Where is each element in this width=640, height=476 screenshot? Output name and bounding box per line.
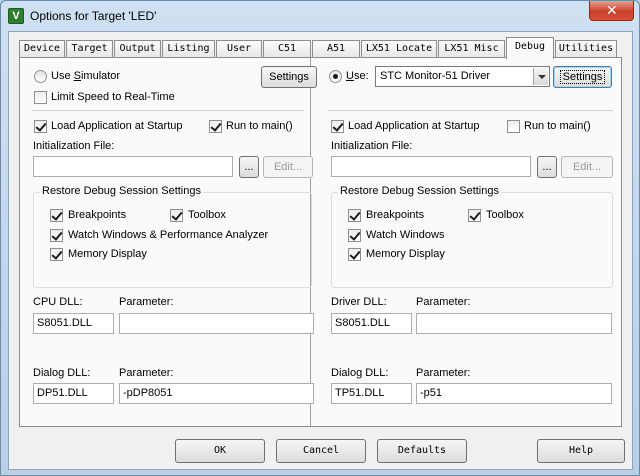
right-load-app-checkbox[interactable] [331, 120, 344, 133]
driver-dll-input[interactable]: S8051.DLL [331, 313, 412, 334]
tab-c51[interactable]: C51 [263, 40, 311, 58]
left-breakpoints-checkbox[interactable] [50, 209, 63, 222]
driver-settings-button[interactable]: Settings [553, 66, 612, 88]
left-dialog-param-label: Parameter: [119, 367, 174, 379]
dialog-client: Device Target Output Listing User C51 A5… [8, 31, 633, 470]
cpu-dll-label: CPU DLL: [33, 296, 83, 308]
left-browse-button[interactable]: ... [239, 156, 259, 178]
left-toolbox-label: Toolbox [188, 209, 226, 221]
right-dialog-dll-input[interactable]: TP51.DLL [331, 383, 412, 404]
tab-a51[interactable]: A51 [312, 40, 360, 58]
options-dialog: V Options for Target 'LED' ✕ Device Targ… [0, 0, 640, 476]
right-init-file-label: Initialization File: [331, 140, 413, 152]
right-divider [328, 110, 613, 111]
left-dialog-param-input[interactable]: -pDP8051 [119, 383, 314, 404]
right-restore-group: Restore Debug Session Settings Breakpoin… [331, 185, 613, 288]
tab-device[interactable]: Device [19, 40, 65, 58]
right-dialog-param-label: Parameter: [416, 367, 471, 379]
use-simulator-radio[interactable] [34, 70, 47, 83]
right-edit-button: Edit... [561, 156, 613, 178]
left-restore-group: Restore Debug Session Settings Breakpoin… [33, 185, 312, 288]
left-dialog-dll-label: Dialog DLL: [33, 367, 91, 379]
left-run-to-main-label: Run to main() [226, 120, 293, 132]
limit-speed-label: Limit Speed to Real-Time [51, 91, 175, 103]
left-load-app-checkbox[interactable] [34, 120, 47, 133]
left-init-file-label: Initialization File: [33, 140, 115, 152]
window-title: Options for Target 'LED' [30, 9, 157, 23]
driver-select[interactable]: STC Monitor-51 Driver [375, 66, 550, 87]
right-run-to-main-checkbox[interactable] [507, 120, 520, 133]
cancel-button[interactable]: Cancel [276, 439, 366, 463]
tab-lx51-misc[interactable]: LX51 Misc [438, 40, 505, 58]
driver-dll-param-input[interactable] [416, 313, 612, 334]
right-memory-checkbox[interactable] [348, 248, 361, 261]
right-load-app-label: Load Application at Startup [348, 120, 480, 132]
cpu-dll-param-input[interactable] [119, 313, 314, 334]
left-watch-label: Watch Windows & Performance Analyzer [68, 229, 269, 241]
help-button[interactable]: Help [537, 439, 625, 463]
simulator-settings-button[interactable]: Settings [261, 66, 317, 88]
left-init-file-input[interactable] [33, 156, 233, 177]
tab-lx51-locate[interactable]: LX51 Locate [361, 40, 437, 58]
right-dialog-param-input[interactable]: -p51 [416, 383, 612, 404]
left-watch-checkbox[interactable] [50, 229, 63, 242]
driver-select-value: STC Monitor-51 Driver [380, 70, 491, 82]
left-divider [32, 110, 304, 111]
left-breakpoints-label: Breakpoints [68, 209, 127, 221]
tab-target[interactable]: Target [66, 40, 113, 58]
use-simulator-label: Use Simulator [51, 70, 121, 82]
right-breakpoints-checkbox[interactable] [348, 209, 361, 222]
tab-output[interactable]: Output [114, 40, 161, 58]
tab-utilities[interactable]: Utilities [555, 40, 617, 58]
limit-speed-checkbox[interactable] [34, 91, 47, 104]
cpu-dll-param-label: Parameter: [119, 296, 174, 308]
right-browse-button[interactable]: ... [537, 156, 557, 178]
right-memory-label: Memory Display [366, 248, 445, 260]
left-edit-button: Edit... [263, 156, 313, 178]
right-run-to-main-label: Run to main() [524, 120, 591, 132]
left-restore-group-label: Restore Debug Session Settings [40, 185, 203, 197]
right-dialog-dll-label: Dialog DLL: [331, 367, 389, 379]
right-watch-label: Watch Windows [366, 229, 445, 241]
defaults-button[interactable]: Defaults [377, 439, 467, 463]
left-load-app-label: Load Application at Startup [51, 120, 183, 132]
ok-button[interactable]: OK [175, 439, 265, 463]
left-run-to-main-checkbox[interactable] [209, 120, 222, 133]
left-dialog-dll-input[interactable]: DP51.DLL [33, 383, 114, 404]
title-bar[interactable]: V Options for Target 'LED' ✕ [1, 1, 639, 31]
right-toolbox-checkbox[interactable] [468, 209, 481, 222]
keil-app-icon: V [8, 8, 24, 24]
close-icon: ✕ [606, 2, 618, 18]
driver-dll-param-label: Parameter: [416, 296, 471, 308]
right-watch-checkbox[interactable] [348, 229, 361, 242]
tab-debug[interactable]: Debug [506, 37, 554, 59]
use-driver-label: Use: [346, 70, 369, 82]
driver-dll-label: Driver DLL: [331, 296, 387, 308]
debug-tab-page: Use Simulator Settings Limit Speed to Re… [19, 57, 622, 427]
tab-user[interactable]: User [216, 40, 262, 58]
cpu-dll-input[interactable]: S8051.DLL [33, 313, 114, 334]
left-toolbox-checkbox[interactable] [170, 209, 183, 222]
right-init-file-input[interactable] [331, 156, 531, 177]
left-memory-label: Memory Display [68, 248, 147, 260]
close-button[interactable]: ✕ [589, 1, 634, 21]
right-toolbox-label: Toolbox [486, 209, 524, 221]
right-restore-group-label: Restore Debug Session Settings [338, 185, 501, 197]
tab-listing[interactable]: Listing [162, 40, 215, 58]
left-memory-checkbox[interactable] [50, 248, 63, 261]
right-breakpoints-label: Breakpoints [366, 209, 425, 221]
use-driver-radio[interactable] [329, 70, 342, 83]
chevron-down-icon[interactable] [533, 68, 548, 85]
